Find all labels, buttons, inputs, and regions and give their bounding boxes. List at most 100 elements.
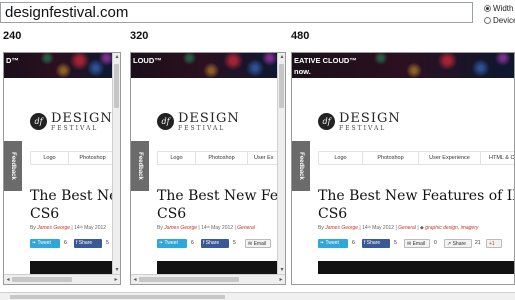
nav-item-photoshop[interactable]: Photoshop bbox=[195, 152, 247, 164]
tweet-button[interactable]: ❧ Tweet bbox=[318, 239, 348, 248]
page-horizontal-scroll-thumb[interactable] bbox=[10, 295, 225, 299]
logo-sub: FESTIVAL bbox=[51, 125, 99, 132]
article-title-line2: CS6 bbox=[318, 206, 348, 222]
facebook-share-button[interactable]: f Share bbox=[362, 239, 390, 248]
site-nav: Logo Photoshop User Ex bbox=[157, 151, 277, 165]
scroll-left-icon[interactable]: ◂ bbox=[131, 276, 139, 284]
address-bar[interactable]: designfestival.com bbox=[0, 2, 473, 23]
mode-option-width[interactable]: Width c bbox=[484, 3, 515, 15]
meta-prefix: By bbox=[318, 225, 324, 231]
nav-item-user-experience[interactable]: User Ex bbox=[247, 152, 277, 164]
nav-item-logo[interactable]: Logo bbox=[318, 152, 362, 164]
article-title-line2: CS6 bbox=[30, 206, 60, 222]
facebook-share-label: Share bbox=[78, 240, 93, 246]
scroll-down-icon[interactable]: ▾ bbox=[113, 266, 120, 274]
mode-options: Width c Device bbox=[484, 3, 515, 27]
vertical-scrollbar[interactable]: ▴ ▾ bbox=[277, 53, 285, 274]
email-label: Email bbox=[412, 241, 426, 247]
bird-icon: ❧ bbox=[159, 240, 164, 246]
article-hero-image bbox=[30, 261, 112, 274]
logo-sub: FESTIVAL bbox=[339, 125, 387, 132]
vertical-scrollbar[interactable]: ▴ ▾ bbox=[112, 53, 120, 274]
share-bar: ❧ Tweet 6 f Share 5 ✉ Email bbox=[157, 239, 277, 249]
tag-icon: ◆ bbox=[420, 225, 424, 231]
facebook-share-label: Share bbox=[205, 240, 220, 246]
vertical-scroll-thumb[interactable] bbox=[279, 64, 284, 108]
share-label: Share bbox=[452, 241, 466, 247]
ad-banner-text-2: now. bbox=[294, 67, 311, 76]
email-label: Email bbox=[253, 241, 267, 247]
width-label-320: 320 bbox=[130, 30, 149, 42]
google-plus-button[interactable]: +1 bbox=[486, 239, 502, 248]
mode-option-device[interactable]: Device bbox=[484, 15, 515, 27]
scroll-left-icon[interactable]: ◂ bbox=[4, 276, 12, 284]
logo-sub: FESTIVAL bbox=[178, 125, 226, 132]
logo-word: DESIGN bbox=[339, 111, 401, 126]
tweet-button[interactable]: ❧ Tweet bbox=[157, 239, 187, 248]
scroll-up-icon[interactable]: ▴ bbox=[113, 53, 120, 61]
radio-selected-icon[interactable] bbox=[484, 5, 491, 12]
nav-item-logo[interactable]: Logo bbox=[157, 152, 195, 164]
share-bar: ❧ Tweet 6 f Share 5 bbox=[30, 239, 112, 249]
horizontal-scroll-thumb[interactable] bbox=[139, 277, 239, 282]
logo-mark-icon: df bbox=[157, 113, 174, 130]
facebook-share-button[interactable]: f Share bbox=[74, 239, 102, 248]
feedback-label: Feedback bbox=[10, 152, 16, 180]
article-title[interactable]: The Best New CS6 bbox=[30, 187, 112, 223]
meta-date: 14ᵗʰ May 2012 bbox=[74, 225, 107, 231]
vertical-scroll-thumb[interactable] bbox=[114, 64, 119, 108]
article-meta: By James George | 14ᵗʰ May 2012 | Genera… bbox=[318, 225, 479, 231]
frame-viewport: LOUD™ df DESIGN FESTIVAL Logo Photoshop … bbox=[131, 53, 277, 274]
google-plus-label: +1 bbox=[489, 241, 495, 247]
feedback-tab[interactable]: Feedback bbox=[131, 141, 149, 191]
facebook-icon: f bbox=[76, 240, 78, 246]
horizontal-scrollbar[interactable]: ◂ ▸ bbox=[131, 274, 285, 284]
nav-item-user-experience[interactable]: User Experience bbox=[418, 152, 480, 164]
scroll-right-icon[interactable]: ▸ bbox=[277, 276, 285, 284]
share-button[interactable]: ↗ Share bbox=[444, 239, 472, 248]
article-title[interactable]: The Best New Features of Illustrat CS6 bbox=[318, 187, 514, 223]
email-button[interactable]: ✉ Email bbox=[245, 239, 271, 248]
feedback-tab[interactable]: Feedback bbox=[4, 141, 22, 191]
ad-banner[interactable]: D™ bbox=[4, 53, 112, 78]
logo-mark-icon: df bbox=[30, 113, 47, 130]
article-title[interactable]: The Best New Featur CS6 bbox=[157, 187, 277, 223]
tweet-button[interactable]: ❧ Tweet bbox=[30, 239, 60, 248]
meta-category-link[interactable]: General bbox=[237, 225, 255, 231]
meta-prefix: By bbox=[157, 225, 163, 231]
meta-tags-link[interactable]: graphic design, imagery bbox=[425, 225, 478, 231]
horizontal-scrollbar[interactable]: ◂ ▸ bbox=[4, 274, 120, 284]
page-horizontal-scrollbar[interactable] bbox=[0, 292, 515, 300]
nav-item-logo[interactable]: Logo bbox=[30, 152, 68, 164]
preview-frame-480: EATIVE CLOUD™ now. df DESIGN FESTIVAL Lo… bbox=[291, 52, 515, 285]
article-title-line1: The Best New Featur bbox=[157, 188, 277, 204]
nav-item-html-css[interactable]: HTML & CS bbox=[480, 152, 514, 164]
site-nav: Logo Photoshop User Experience HTML & CS bbox=[318, 151, 514, 165]
radio-unselected-icon[interactable] bbox=[484, 17, 491, 24]
email-button[interactable]: ✉ Email bbox=[404, 239, 430, 248]
ad-banner-text: LOUD™ bbox=[133, 56, 162, 65]
bird-icon: ❧ bbox=[320, 240, 325, 246]
horizontal-scroll-thumb[interactable] bbox=[12, 277, 72, 282]
scroll-up-icon[interactable]: ▴ bbox=[278, 53, 285, 61]
meta-author-link[interactable]: James George bbox=[37, 225, 70, 231]
scroll-right-icon[interactable]: ▸ bbox=[112, 276, 120, 284]
facebook-icon: f bbox=[364, 240, 366, 246]
tweet-count: 6 bbox=[191, 240, 194, 246]
nav-item-photoshop[interactable]: Photoshop bbox=[68, 152, 112, 164]
article-meta: By James George | 14ᵗʰ May 2012 bbox=[30, 225, 107, 231]
ad-banner[interactable]: LOUD™ bbox=[131, 53, 277, 78]
nav-item-photoshop[interactable]: Photoshop bbox=[362, 152, 418, 164]
tweet-count: 6 bbox=[352, 240, 355, 246]
logo-mark-icon: df bbox=[318, 113, 335, 130]
feedback-tab[interactable]: Feedback bbox=[292, 141, 310, 191]
ad-banner-text: D™ bbox=[6, 56, 19, 65]
ad-banner[interactable]: EATIVE CLOUD™ now. bbox=[292, 53, 514, 78]
meta-author-link[interactable]: James George bbox=[164, 225, 197, 231]
facebook-share-button[interactable]: f Share bbox=[201, 239, 229, 248]
mode-option-label: Device bbox=[493, 16, 515, 25]
meta-category-link[interactable]: General bbox=[398, 225, 416, 231]
tweet-label: Tweet bbox=[37, 240, 51, 246]
meta-author-link[interactable]: James George bbox=[325, 225, 358, 231]
scroll-down-icon[interactable]: ▾ bbox=[278, 266, 285, 274]
